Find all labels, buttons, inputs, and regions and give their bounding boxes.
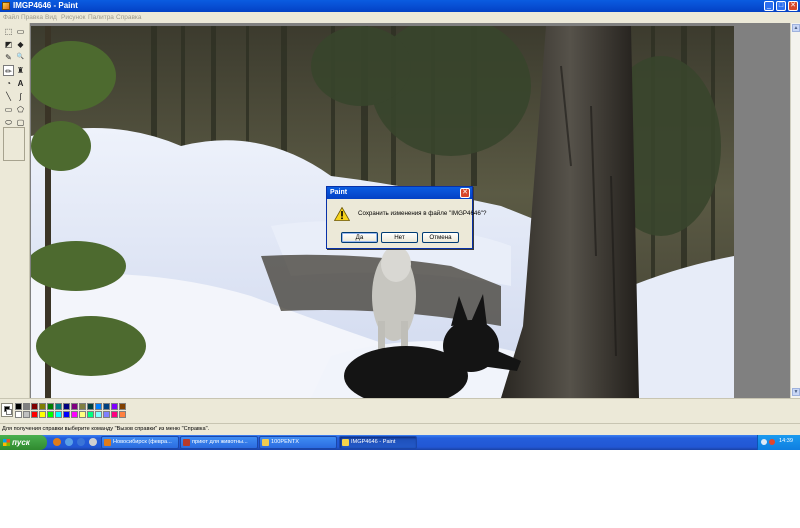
palette-swatch[interactable] [47,403,54,410]
task-paint[interactable]: IMGP4646 - Paint [339,436,417,449]
palette-swatch[interactable] [47,411,54,418]
palette-swatch[interactable] [55,411,62,418]
windows-logo-icon [3,439,10,446]
palette-swatch[interactable] [31,411,38,418]
palette-swatch[interactable] [119,411,126,418]
palette-swatch[interactable] [15,403,22,410]
warning-icon [334,207,350,221]
window-title: IMGP4646 - Paint [13,1,78,10]
palette-swatch[interactable] [63,403,70,410]
folder-icon [262,439,269,446]
menu-file[interactable]: Файл [3,13,19,22]
vertical-scrollbar[interactable]: ▲ ▼ [790,23,800,398]
color-palette [0,398,800,423]
palette-swatch[interactable] [111,411,118,418]
system-tray: 14:39 [757,435,800,450]
palette-swatch[interactable] [87,403,94,410]
yes-button[interactable]: Да [341,232,378,243]
palette-swatch[interactable] [119,403,126,410]
color-picker-icon[interactable]: ✎ [3,52,14,63]
magnifier-icon[interactable]: 🔍 [15,52,26,63]
free-select-icon[interactable]: ⬚ [3,26,14,37]
task-label: приют для животны... [192,439,248,445]
palette-swatch[interactable] [103,411,110,418]
menu-palette[interactable]: Палитра [88,13,114,22]
minimize-button[interactable]: _ [764,1,774,11]
paint-app-icon [342,439,349,446]
scroll-down-icon[interactable]: ▼ [792,388,800,396]
palette-swatch[interactable] [31,403,38,410]
maximize-button[interactable]: □ [776,1,786,11]
palette-swatch[interactable] [79,411,86,418]
menu-edit[interactable]: Правка [21,13,43,22]
task-label: IMGP4646 - Paint [351,439,396,445]
start-button[interactable]: пуск [0,435,47,450]
palette-swatch[interactable] [103,403,110,410]
eraser-icon[interactable]: ◩ [3,39,14,50]
task-folder[interactable]: 100PENTX [259,436,337,449]
palette-swatch[interactable] [39,403,46,410]
palette-swatch[interactable] [15,411,22,418]
tool-options-box[interactable] [3,127,25,161]
window-titlebar[interactable]: IMGP4646 - Paint _ □ ✕ [0,0,800,12]
palette-swatch[interactable] [23,403,30,410]
palette-swatch[interactable] [111,403,118,410]
palette-swatch[interactable] [95,403,102,410]
palette-swatch[interactable] [55,403,62,410]
palette-swatch[interactable] [63,411,70,418]
menu-image[interactable]: Рисунок [61,13,86,22]
task-shelter[interactable]: приют для животны... [180,436,258,449]
browser-quicklaunch-icon[interactable] [53,438,61,446]
save-changes-dialog: Paint ✕ Сохранить изменения в файле "IMG… [326,186,486,249]
current-colors[interactable] [1,403,13,417]
fill-icon[interactable]: ◆ [15,39,26,50]
desktop: IMGP4646 - Paint _ □ ✕ Файл Правка Вид Р… [0,0,800,528]
toolbox: ⬚ ▭ ◩ ◆ ✎ 🔍 ✏ ♜ ◔ A ╲ ∫ ▭ ⬠ ⬭ ▢ [0,23,30,398]
media-quicklaunch-icon[interactable] [77,438,85,446]
dialog-title: Paint [327,187,472,199]
task-novosibirsk[interactable]: Новосибирск (февра... [101,436,179,449]
network-icon[interactable] [761,439,767,445]
text-icon[interactable]: A [15,78,26,89]
status-bar: Для получения справки выберите команду "… [0,423,800,435]
curve-icon[interactable]: ∫ [15,91,26,102]
start-label: пуск [12,438,30,447]
menu-help[interactable]: Справка [116,13,142,22]
scroll-up-icon[interactable]: ▲ [792,24,800,32]
palette-swatch[interactable] [39,411,46,418]
cancel-button[interactable]: Отмена [422,232,459,243]
browser-icon [104,439,111,446]
antivirus-icon[interactable] [769,439,775,445]
dialog-close-button[interactable]: ✕ [460,188,470,198]
polygon-icon[interactable]: ⬠ [15,104,26,115]
palette-swatch[interactable] [71,403,78,410]
desktop-quicklaunch-icon[interactable] [89,438,97,446]
palette-swatch[interactable] [23,411,30,418]
clock: 14:39 [779,438,793,444]
palette-swatch[interactable] [79,403,86,410]
pencil-icon[interactable]: ✏ [3,65,14,76]
paint-app-icon [2,2,10,10]
rect-select-icon[interactable]: ▭ [15,26,26,37]
menu-view[interactable]: Вид [45,13,57,22]
taskbar: пуск Новосибирск (февра... приют для жив… [0,435,800,450]
brush-icon[interactable]: ♜ [15,65,26,76]
task-label: Новосибирск (февра... [113,439,172,445]
background-color [6,409,12,415]
task-label: 100PENTX [271,439,299,445]
palette-swatch[interactable] [71,411,78,418]
line-icon[interactable]: ╲ [3,91,14,102]
airbrush-icon[interactable]: ◔ [3,78,14,89]
close-button[interactable]: ✕ [788,1,798,11]
status-text: Для получения справки выберите команду "… [2,426,210,432]
no-button[interactable]: Нет [381,232,418,243]
explorer-quicklaunch-icon[interactable] [65,438,73,446]
menu-bar: Файл Правка Вид Рисунок Палитра Справка [0,12,800,23]
rectangle-icon[interactable]: ▭ [3,104,14,115]
palette-swatch[interactable] [95,411,102,418]
palette-swatch[interactable] [87,411,94,418]
dialog-message: Сохранить изменения в файле "IMGP4646"? [358,210,487,217]
browser-icon [183,439,190,446]
